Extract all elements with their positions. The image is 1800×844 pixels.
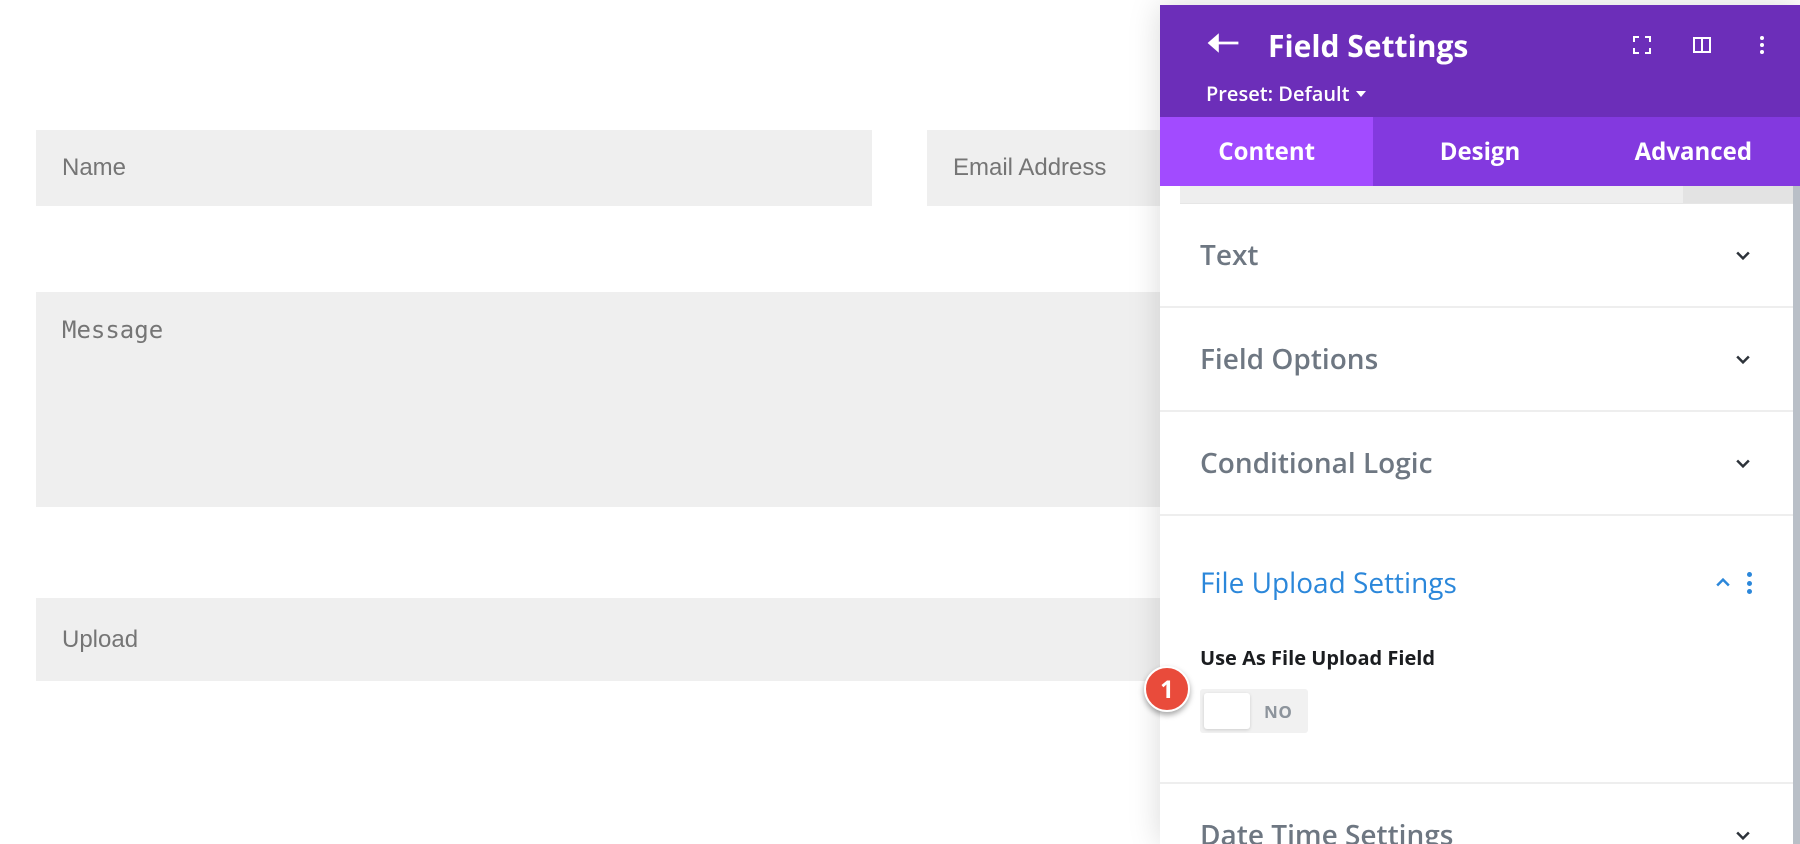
options-list: Text Field Options Conditional Logic Fil… — [1160, 186, 1800, 844]
section-label: Conditional Logic — [1200, 444, 1432, 482]
chevron-down-icon — [1733, 349, 1753, 369]
section-label: File Upload Settings — [1200, 564, 1457, 602]
toggle-value: NO — [1264, 700, 1292, 723]
annotation-badge-1: 1 — [1144, 666, 1190, 712]
file-upload-toggle-label: Use As File Upload Field — [1200, 644, 1753, 671]
chevron-down-icon — [1733, 453, 1753, 473]
columns-icon[interactable] — [1690, 33, 1714, 62]
section-field-options[interactable]: Field Options — [1160, 308, 1793, 412]
section-label: Date Time Settings — [1200, 816, 1453, 844]
section-date-time-settings[interactable]: Date Time Settings — [1160, 784, 1793, 844]
filter-bar — [1180, 186, 1793, 204]
section-text[interactable]: Text — [1160, 204, 1793, 308]
chevron-down-icon — [1733, 245, 1753, 265]
chevron-up-icon — [1713, 573, 1733, 593]
expand-icon[interactable] — [1630, 33, 1654, 62]
preset-dropdown[interactable]: Preset: Default — [1206, 80, 1770, 107]
name-input[interactable] — [36, 130, 872, 206]
tab-design[interactable]: Design — [1373, 117, 1586, 186]
section-file-upload-settings[interactable]: File Upload Settings — [1160, 516, 1793, 634]
chevron-down-icon — [1356, 91, 1366, 97]
settings-panel: Field Settings Preset: Default Content D… — [1160, 5, 1800, 844]
chevron-down-icon — [1733, 825, 1753, 844]
tab-bar: Content Design Advanced — [1160, 117, 1800, 186]
preset-label: Preset: Default — [1206, 80, 1350, 107]
panel-header: Field Settings Preset: Default — [1160, 5, 1800, 117]
back-icon[interactable] — [1206, 29, 1240, 62]
toggle-knob — [1204, 693, 1250, 729]
more-vert-icon[interactable] — [1750, 33, 1774, 62]
more-vert-icon[interactable] — [1747, 572, 1753, 594]
section-conditional-logic[interactable]: Conditional Logic — [1160, 412, 1793, 516]
panel-title: Field Settings — [1268, 25, 1468, 66]
section-label: Text — [1200, 236, 1258, 274]
file-upload-settings-body: Use As File Upload Field NO — [1160, 634, 1793, 784]
tab-advanced[interactable]: Advanced — [1587, 117, 1800, 186]
file-upload-toggle[interactable]: NO — [1200, 689, 1308, 733]
tab-content[interactable]: Content — [1160, 117, 1373, 186]
section-label: Field Options — [1200, 340, 1378, 378]
